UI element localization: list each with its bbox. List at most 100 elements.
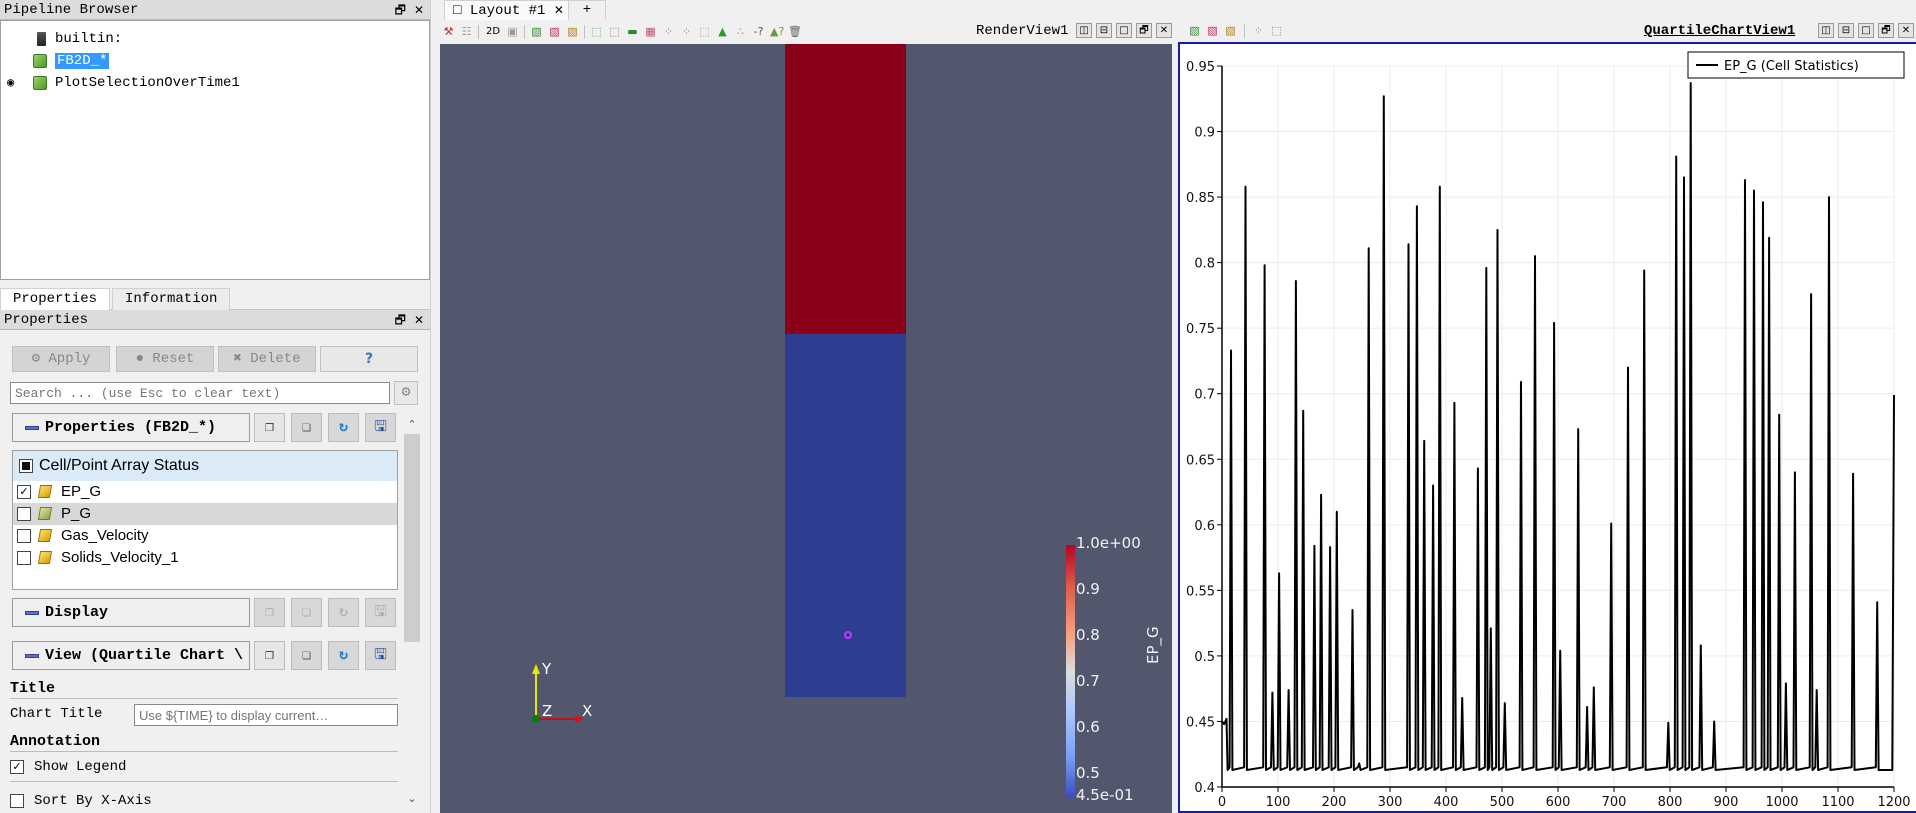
close-tab-icon[interactable]: ✕	[554, 3, 564, 17]
chart-view-title[interactable]: QuartileChartView1	[1644, 23, 1795, 39]
reset-button[interactable]: ● Reset	[116, 346, 214, 372]
paste-properties-button[interactable]: ❏	[291, 413, 322, 442]
float-view-icon[interactable]: 🗗	[1878, 23, 1894, 38]
y-tick-label: 0.65	[1186, 453, 1215, 468]
array-checkbox[interactable]: ✓	[17, 485, 31, 499]
render-view-canvas[interactable]: Y Z X 1.0e+00 0.9 0.8 0.7 0.6 0.5 4.5e-0…	[440, 44, 1172, 813]
add-layout-tab-button[interactable]: +	[568, 0, 606, 20]
toggle-2d-3d-button[interactable]: 2D	[484, 25, 502, 38]
view-section-header[interactable]: View (Quartile Chart \	[12, 641, 250, 670]
scroll-down-icon[interactable]: ⌄	[404, 792, 420, 805]
copy-view-button[interactable]: ❐	[254, 641, 285, 670]
close-panel-icon[interactable]: ✕	[414, 313, 424, 327]
display-section-header[interactable]: Display	[12, 598, 250, 627]
upper-region-dense-solid	[785, 44, 906, 334]
split-horizontal-icon[interactable]: ◫	[1818, 23, 1834, 38]
select-polygon-cells-icon[interactable]: ⬚	[590, 25, 603, 38]
split-horizontal-icon[interactable]: ◫	[1076, 23, 1092, 38]
array-checkbox[interactable]	[17, 507, 31, 521]
array-status-header[interactable]: Cell/Point Array Status	[13, 451, 397, 481]
visibility-eye-icon[interactable]: ◉	[7, 77, 21, 89]
hover-cells-icon[interactable]: -?	[752, 25, 765, 38]
dataset-cube-icon	[33, 54, 47, 68]
array-row[interactable]: ✓ EP_G	[13, 481, 397, 503]
delete-button[interactable]: ✖ Delete	[218, 346, 316, 372]
pipeline-item-plotselectionovertime[interactable]: PlotSelectionOverTime1	[33, 73, 240, 93]
chart-select-add-icon[interactable]: ▧	[1206, 24, 1219, 37]
scroll-up-icon[interactable]: ⌃	[404, 418, 420, 431]
camera-link-icon[interactable]: ☷	[460, 25, 473, 38]
close-view-icon[interactable]: ✕	[1156, 23, 1172, 38]
split-vertical-icon[interactable]: ⊟	[1096, 23, 1112, 38]
clear-delete-icon[interactable]: 🗑	[788, 25, 802, 38]
splitter[interactable]	[430, 0, 440, 813]
tab-information[interactable]: Information	[112, 288, 231, 310]
advanced-settings-gear-icon[interactable]: ⚙	[394, 381, 418, 405]
array-row[interactable]: Solids_Velocity_1	[13, 547, 397, 569]
render-view-title[interactable]: RenderView1	[976, 23, 1068, 39]
sort-by-x-axis-option[interactable]: Sort By X-Axis	[10, 790, 152, 812]
properties-section-header[interactable]: Properties (FB2D_*)	[12, 413, 250, 442]
pipeline-item-fb2d[interactable]: FB2D_*	[33, 51, 110, 71]
show-legend-option[interactable]: ✓ Show Legend	[10, 756, 126, 778]
paste-view-button[interactable]: ❏	[291, 641, 322, 670]
shrink-selection-icon[interactable]: ⁘	[680, 25, 693, 38]
help-button[interactable]: ?	[320, 346, 418, 372]
tab-properties[interactable]: Properties	[0, 288, 111, 310]
maximize-view-icon[interactable]: □	[1858, 23, 1874, 38]
float-view-icon[interactable]: 🗗	[1136, 23, 1152, 38]
divider	[10, 751, 398, 752]
float-panel-icon[interactable]: 🗗	[395, 313, 406, 327]
pipeline-item-label: builtin:	[55, 31, 123, 47]
maximize-view-icon[interactable]: □	[1116, 23, 1132, 38]
select-block-icon[interactable]: ▲	[716, 25, 729, 38]
copy-properties-button[interactable]: ❐	[254, 413, 285, 442]
quartile-chart-view[interactable]: 0 100 200 300 400 500 600 700 800 900 1000 1100 1200…	[1178, 42, 1916, 813]
array-checkbox[interactable]	[17, 529, 31, 543]
split-vertical-icon[interactable]: ⊟	[1838, 23, 1854, 38]
save-view-defaults-button[interactable]: 🖫	[365, 641, 396, 670]
copy-display-button[interactable]: ❐	[254, 598, 285, 627]
select-polygon-points-icon[interactable]: ⬚	[608, 25, 621, 38]
array-row[interactable]: Gas_Velocity	[13, 525, 397, 547]
pipeline-item-builtin[interactable]: builtin:	[37, 29, 123, 49]
chart-title-input[interactable]	[134, 704, 398, 726]
float-panel-icon[interactable]: 🗗	[395, 3, 406, 17]
selected-point-marker[interactable]	[844, 631, 852, 639]
clear-selection-icon[interactable]: ⬚	[698, 25, 711, 38]
close-view-icon[interactable]: ✕	[1898, 23, 1914, 38]
show-legend-checkbox[interactable]: ✓	[10, 760, 24, 774]
tab-layout-1[interactable]: □ Layout #1 ✕	[444, 0, 573, 20]
select-cells-through-icon[interactable]: ▧	[566, 25, 579, 38]
select-cells-on-icon[interactable]: ▧	[530, 25, 543, 38]
properties-scrollbar-thumb[interactable]	[404, 434, 420, 642]
chart-clear-selection-icon[interactable]: ⬚	[1270, 24, 1283, 37]
pipeline-browser-title: Pipeline Browser 🗗 ✕	[0, 0, 430, 20]
chart-select-toggle-icon[interactable]: ⁘	[1252, 24, 1265, 37]
save-display-defaults-button[interactable]: 🖫	[365, 598, 396, 627]
capture-screenshot-icon[interactable]: ▣	[506, 25, 519, 38]
array-row[interactable]: P_G	[13, 503, 397, 525]
interactive-select-points-icon[interactable]: ▦	[644, 25, 657, 38]
sort-by-x-axis-checkbox[interactable]	[10, 794, 24, 808]
quartile-line-chart[interactable]: 0 100 200 300 400 500 600 700 800 900 1000 1100 1200…	[1180, 44, 1916, 813]
pipeline-tree: builtin: FB2D_* ◉ PlotSelectionOverTime1	[0, 20, 430, 280]
grow-selection-icon[interactable]: ⁘	[662, 25, 675, 38]
reset-session-icon[interactable]: ⚒	[442, 25, 455, 38]
hover-tooltip-icon[interactable]: ▲?	[770, 25, 784, 38]
save-defaults-button[interactable]: 🖫	[365, 413, 396, 442]
properties-search-input[interactable]	[10, 382, 390, 404]
restore-display-defaults-button[interactable]: ↻	[328, 598, 359, 627]
chart-select-icon[interactable]: ▧	[1188, 24, 1201, 37]
chart-select-subtract-icon[interactable]: ▧	[1224, 24, 1237, 37]
apply-button[interactable]: ⚙ Apply	[12, 346, 110, 372]
close-panel-icon[interactable]: ✕	[414, 3, 424, 17]
hover-points-icon[interactable]: ∴	[734, 25, 747, 38]
paste-display-button[interactable]: ❏	[291, 598, 322, 627]
array-checkbox[interactable]	[17, 551, 31, 565]
restore-defaults-button[interactable]: ↻	[328, 413, 359, 442]
select-all-checkbox[interactable]	[19, 459, 33, 473]
restore-view-defaults-button[interactable]: ↻	[328, 641, 359, 670]
select-points-on-icon[interactable]: ▧	[548, 25, 561, 38]
interactive-select-cells-icon[interactable]: ▬	[626, 25, 639, 38]
